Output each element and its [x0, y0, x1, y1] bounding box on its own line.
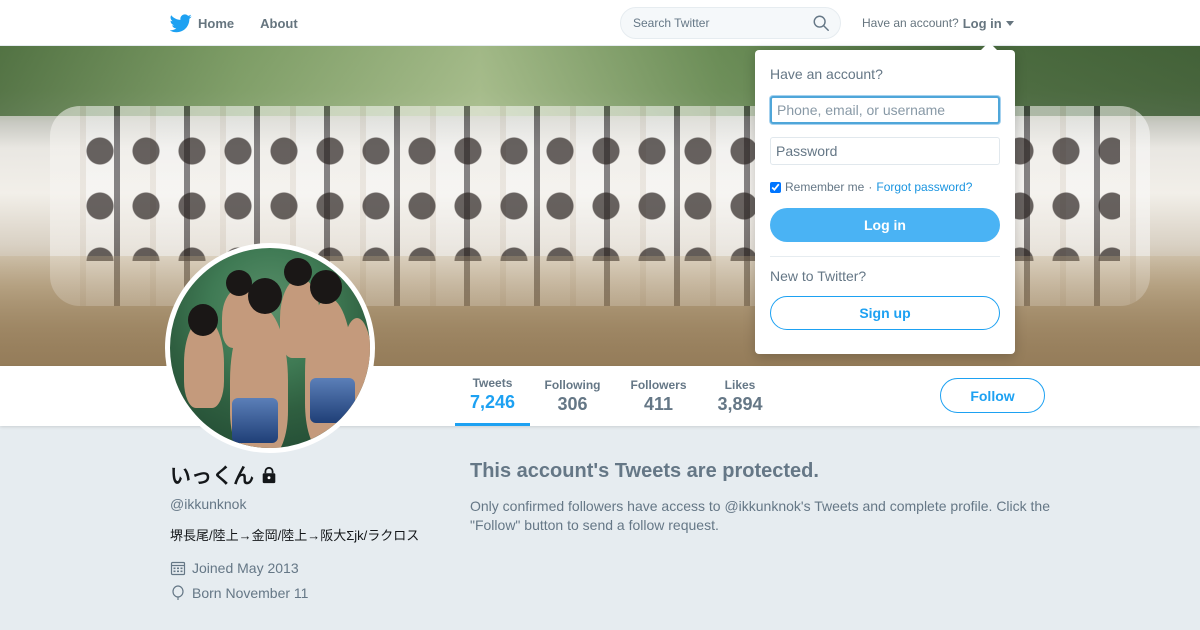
- protected-tweets-notice: This account's Tweets are protected. Onl…: [470, 460, 1050, 535]
- login-dropdown-toggle[interactable]: Log in: [963, 16, 1014, 31]
- new-to-twitter-text: New to Twitter?: [770, 268, 867, 284]
- stat-tweets[interactable]: Tweets 7,246: [455, 366, 530, 426]
- profile-birthday: Born November 11: [170, 585, 430, 601]
- avatar-swim-trunks: [310, 378, 355, 423]
- search-icon[interactable]: [812, 14, 830, 32]
- follow-button[interactable]: Follow: [940, 378, 1045, 413]
- stat-following-value: 306: [557, 393, 588, 414]
- lock-icon: [262, 466, 276, 484]
- avatar-figure-head: [248, 278, 282, 314]
- forgot-password-link[interactable]: Forgot password?: [876, 180, 972, 194]
- balloon-icon: [172, 585, 184, 600]
- nav-home-label: Home: [198, 15, 235, 31]
- stat-followers-value: 411: [643, 393, 674, 414]
- have-account-text: Have an account?: [862, 16, 959, 30]
- profile-name-row: いっくん: [170, 460, 430, 490]
- signup-button[interactable]: Sign up: [770, 296, 1000, 330]
- password-field[interactable]: [770, 137, 1000, 165]
- stat-likes-label: Likes: [724, 377, 756, 392]
- dropdown-title: Have an account?: [770, 66, 883, 82]
- nav-home-link[interactable]: Home: [170, 12, 234, 34]
- avatar-figure-head: [188, 304, 218, 336]
- twitter-bird-icon: [170, 14, 192, 33]
- stat-tweets-label: Tweets: [472, 376, 513, 390]
- login-dropdown: Have an account? Remember me · Forgot pa…: [755, 42, 1015, 354]
- stat-following-label: Following: [544, 377, 601, 392]
- profile-bio: 堺長尾/陸上→金岡/陸上→阪大Σjk/ラクロス: [170, 528, 420, 543]
- dropdown-divider: [770, 256, 1000, 257]
- caret-down-icon: [1005, 20, 1014, 26]
- nav-about-link[interactable]: About: [260, 16, 298, 31]
- search-input[interactable]: [633, 16, 803, 30]
- remember-row: Remember me · Forgot password?: [770, 180, 1000, 194]
- protected-body: Only confirmed followers have access to …: [470, 498, 1050, 533]
- nav-about-label: About: [260, 15, 298, 31]
- avatar-swim-trunks: [232, 398, 278, 443]
- remember-separator: ·: [868, 180, 873, 194]
- login-prompt: Have an account? Log in: [862, 0, 1014, 46]
- protected-title: This account's Tweets are protected.: [470, 460, 819, 482]
- remember-me-checkbox[interactable]: [770, 181, 781, 193]
- profile-header-card: いっくん @ikkunknok 堺長尾/陸上→金岡/陸上→阪大Σjk/ラクロス …: [170, 460, 430, 601]
- stat-following[interactable]: Following 306: [540, 366, 605, 426]
- stat-likes[interactable]: Likes 3,894: [710, 366, 770, 426]
- calendar-icon: [170, 561, 186, 576]
- profile-handle[interactable]: @ikkunknok: [170, 496, 430, 512]
- avatar-figure-head: [310, 270, 342, 304]
- profile-born-text: Born November 11: [192, 585, 309, 601]
- profile-joined-text: Joined May 2013: [192, 560, 299, 576]
- profile-name: いっくん: [170, 465, 254, 488]
- profile-joined: Joined May 2013: [170, 560, 430, 576]
- stat-likes-value: 3,894: [717, 393, 763, 414]
- top-navigation-bar: Home About Have an account? Log in: [0, 0, 1200, 46]
- remember-me-label[interactable]: Remember me: [785, 180, 864, 194]
- stat-followers-label: Followers: [630, 377, 687, 392]
- login-submit-button[interactable]: Log in: [770, 208, 1000, 242]
- profile-avatar[interactable]: [165, 243, 375, 453]
- nav-left: Home About: [170, 0, 298, 46]
- stat-tweets-value: 7,246: [469, 392, 516, 412]
- avatar-figure-head: [284, 258, 312, 286]
- stat-followers[interactable]: Followers 411: [625, 366, 692, 426]
- login-toggle-label: Log in: [962, 15, 1002, 31]
- username-field[interactable]: [770, 96, 1000, 124]
- search-box[interactable]: [620, 7, 841, 39]
